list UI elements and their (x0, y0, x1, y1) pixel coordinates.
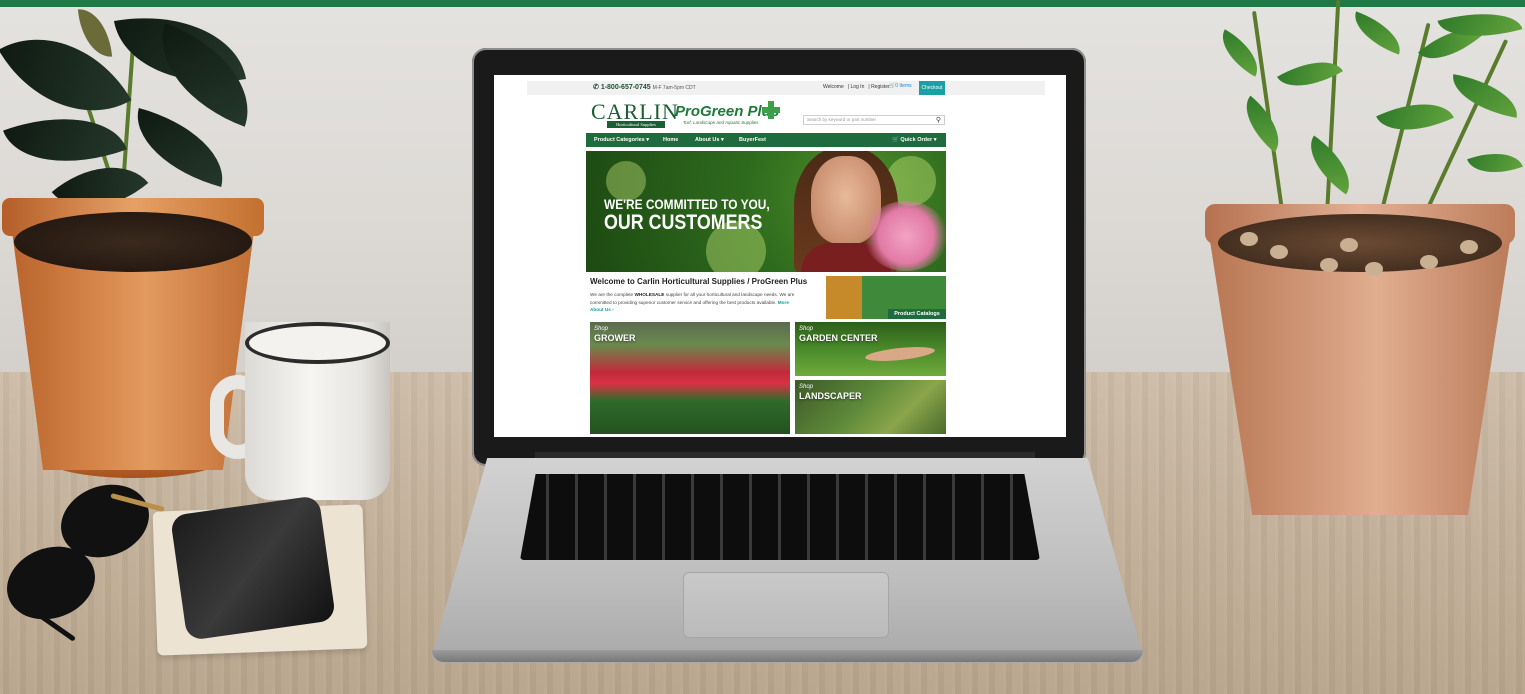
account-links: Welcome | Log In | Register (823, 84, 890, 90)
nav-buyerfest[interactable]: BuyerFest (739, 133, 766, 147)
welcome-text-1: We are the complete (590, 292, 635, 297)
hero-headline-line2: OUR CUSTOMERS (604, 211, 763, 234)
laptop-trackpad (683, 572, 889, 638)
plus-cross-icon (762, 101, 780, 119)
hero-bokeh (606, 161, 646, 201)
tile-landscaper-name: LANDSCAPER (799, 391, 862, 401)
smartphone (169, 495, 337, 641)
left-pot-soil (14, 212, 252, 272)
nav-product-categories[interactable]: Product Categories ▾ (594, 133, 649, 147)
tile-shop-label: Shop (799, 384, 814, 390)
cart-count: 0 Items (895, 83, 912, 89)
laptop-base-edge (432, 650, 1143, 662)
search-icon[interactable]: ⚲ (936, 116, 941, 125)
top-band (0, 0, 1525, 7)
welcome-heading: Welcome to Carlin Horticultural Supplies… (590, 277, 808, 286)
hero-hydrangea-flowers (864, 201, 946, 271)
nav-about-us[interactable]: About Us ▾ (695, 133, 724, 147)
nav-quick-order[interactable]: 🛒 Quick Order ▾ (892, 133, 936, 147)
tile-shop-label: Shop (799, 326, 814, 332)
quick-order-label: Quick Order ▾ (900, 137, 937, 143)
tile-shop-label: Shop (594, 326, 609, 332)
right-pot-soil (1218, 214, 1502, 272)
utility-bar: ✆ 1-800-657-0745 M-F 7am-5pm CDT Welcome |… (527, 81, 1045, 95)
search-input[interactable]: Search by keyword or part number ⚲ (803, 115, 945, 125)
product-catalogs-tile[interactable]: Product Catalogs (826, 276, 946, 319)
tile-garden-center-name: GARDEN CENTER (799, 333, 878, 343)
welcome-text: Welcome (823, 84, 844, 90)
cart-link[interactable]: 🛒0 Items (889, 83, 912, 89)
progreen-logo-subtitle: Turf, Landscape and Aquatic Supplies (683, 120, 759, 125)
laptop-keyboard (520, 474, 1040, 560)
register-link[interactable]: Register (871, 84, 890, 90)
shop-grower-tile[interactable]: Shop GROWER (590, 322, 790, 434)
checkout-button[interactable]: Checkout (919, 81, 945, 95)
shop-garden-center-tile[interactable]: Shop GARDEN CENTER (795, 322, 946, 376)
carlin-logo[interactable]: CARLIN Horticultural Supplies (591, 99, 678, 128)
laptop-screen: ✆ 1-800-657-0745 M-F 7am-5pm CDT Welcome |… (494, 75, 1066, 437)
login-link[interactable]: Log In (850, 84, 864, 90)
progreen-plus-logo[interactable]: ProGreen Plus Turf, Landscape and Aquati… (675, 101, 780, 127)
hero-banner[interactable]: WE'RE COMMITTED TO YOU, OUR CUSTOMERS (586, 151, 946, 272)
phone-text: 1-800-657-0745 (600, 84, 651, 91)
product-catalogs-label: Product Catalogs (888, 309, 946, 319)
search-placeholder: Search by keyword or part number (807, 117, 877, 122)
main-navigation: Product Categories ▾ Home About Us ▾ Buy… (586, 133, 946, 147)
nav-home[interactable]: Home (663, 133, 678, 147)
carlin-logo-subtitle: Horticultural Supplies (607, 121, 665, 128)
mug-rim (245, 322, 390, 364)
phone-icon: ✆ (593, 84, 601, 91)
welcome-bold: WHOLESALE (634, 292, 665, 297)
welcome-paragraph: We are the complete WHOLESALE supplier f… (590, 291, 795, 314)
tile-grower-name: GROWER (594, 333, 636, 343)
phone-number[interactable]: ✆ 1-800-657-0745 M-F 7am-5pm CDT (593, 83, 696, 91)
hand-on-grass (864, 344, 936, 364)
hero-headline-line1: WE'RE COMMITTED TO YOU, (604, 196, 770, 212)
shop-landscaper-tile[interactable]: Shop LANDSCAPER (795, 380, 946, 434)
business-hours: M-F 7am-5pm CDT (652, 85, 696, 91)
